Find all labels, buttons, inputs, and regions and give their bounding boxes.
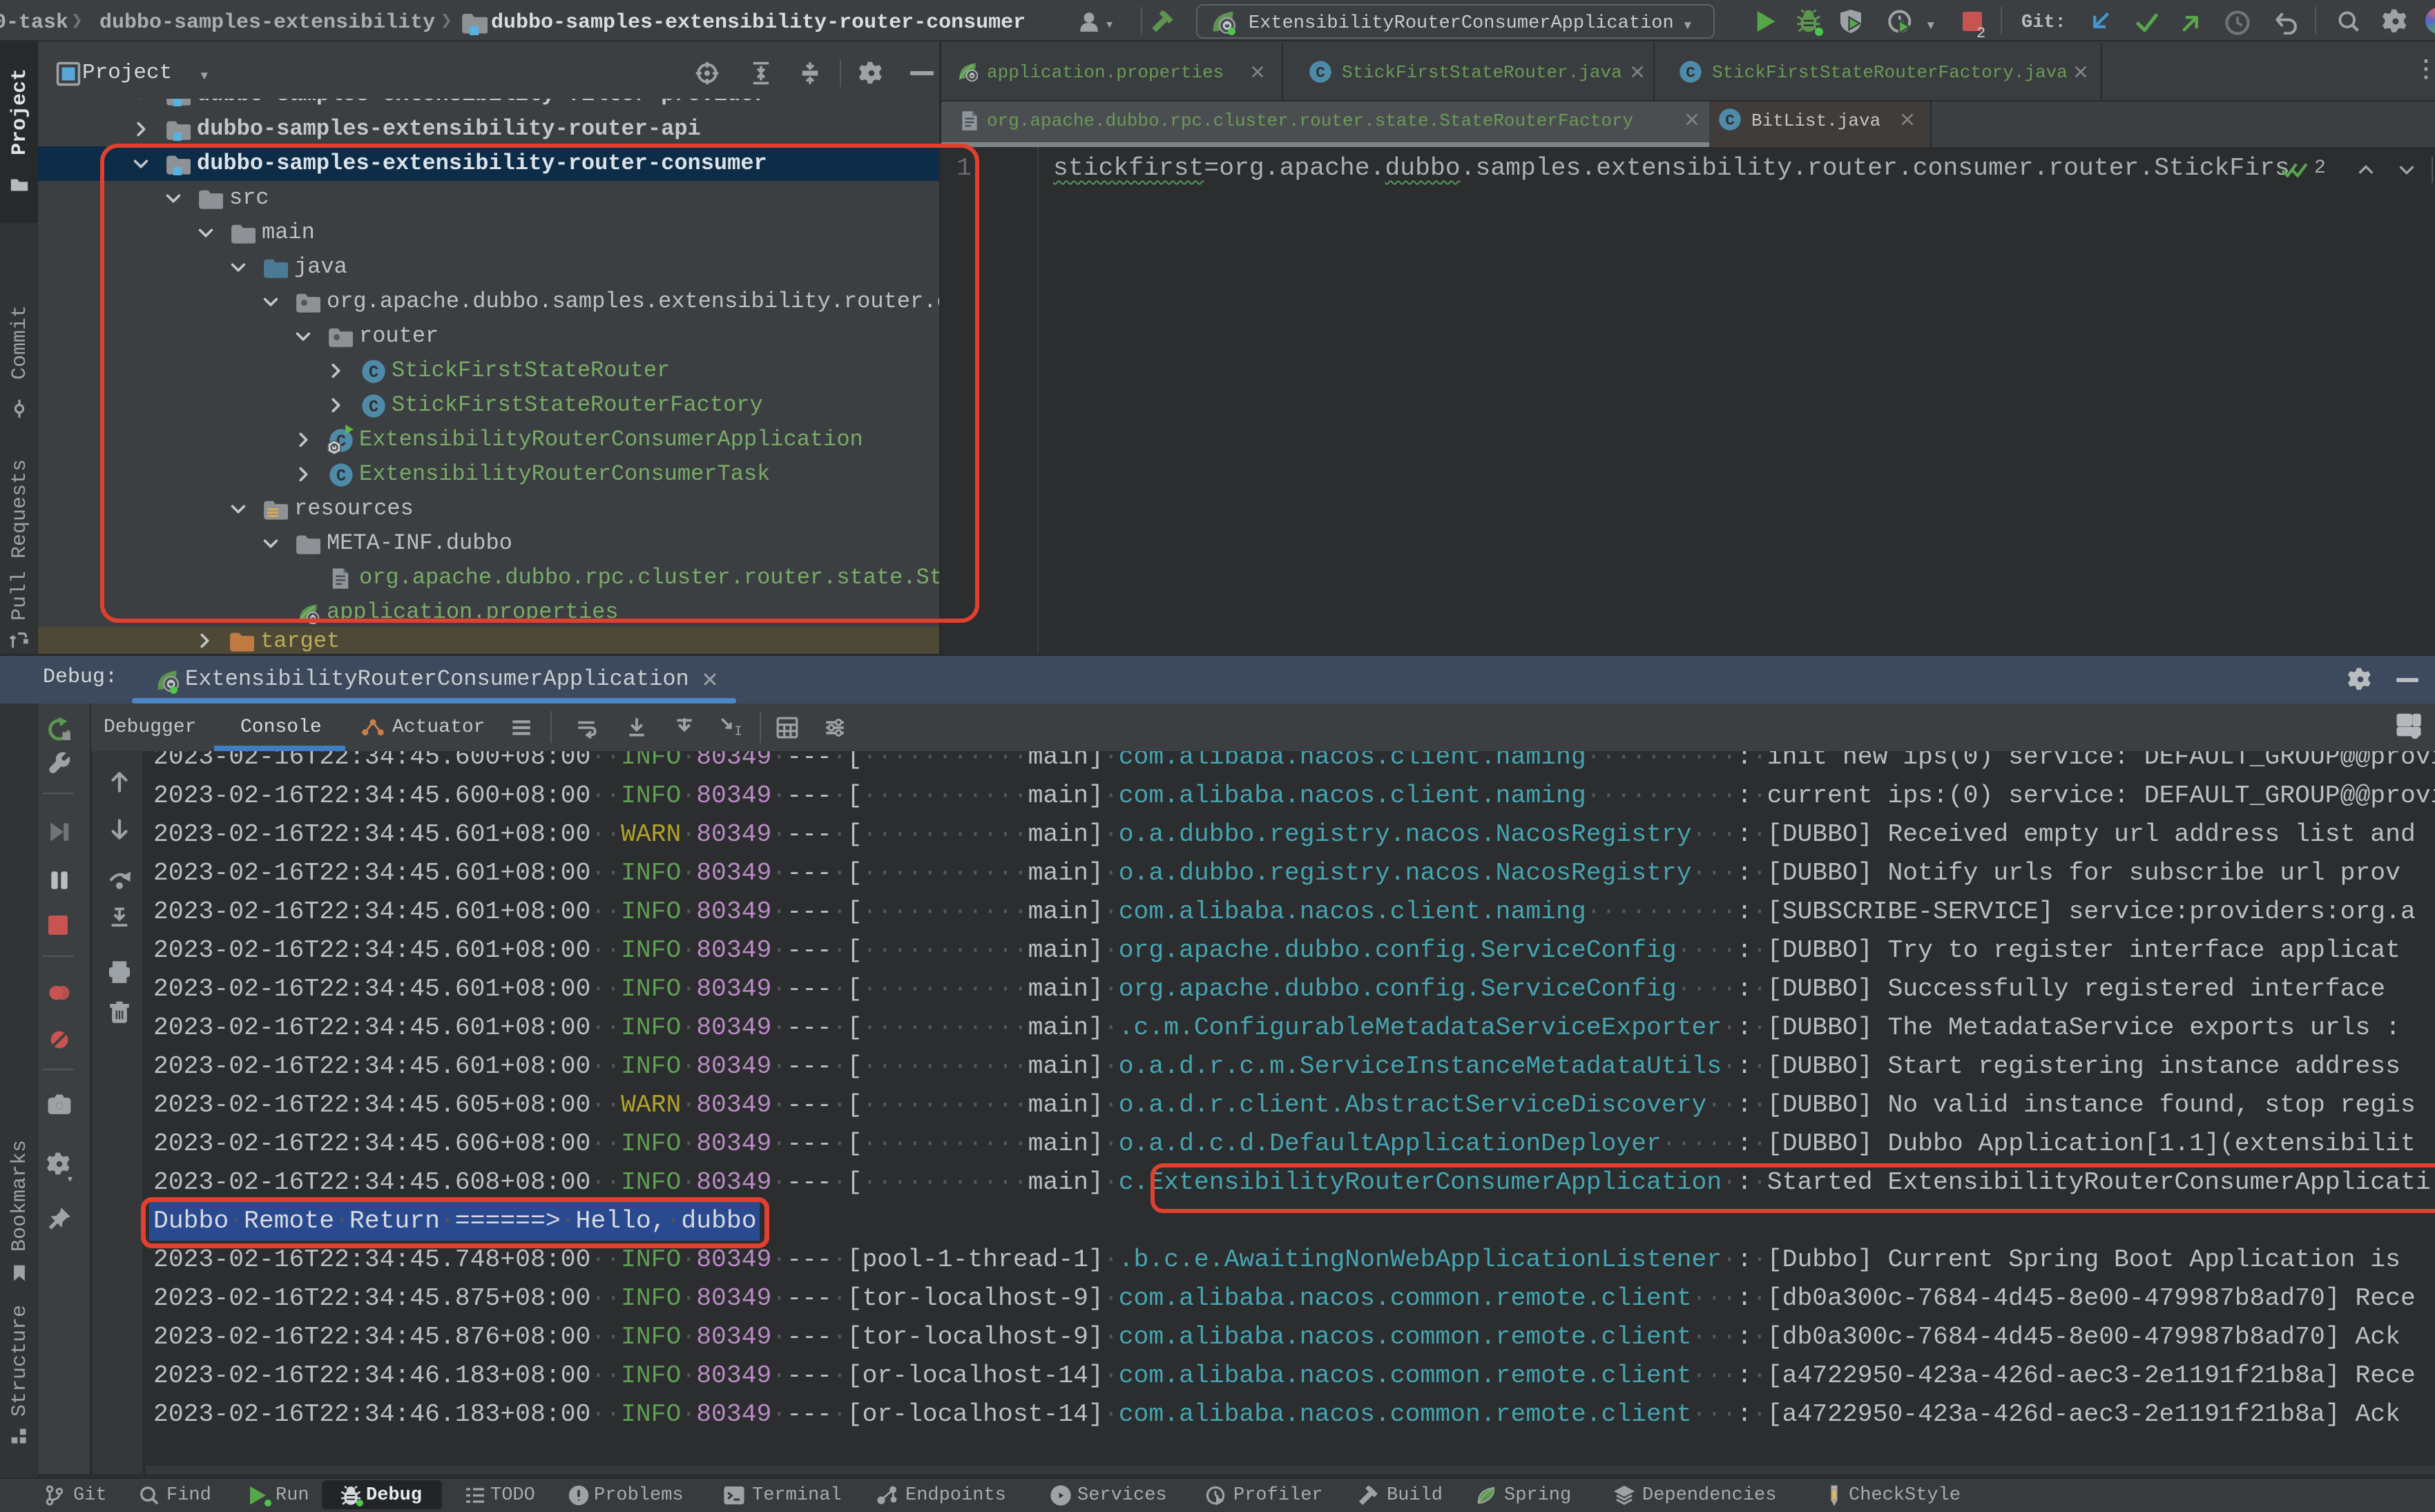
- svg-text:I: I: [734, 724, 742, 739]
